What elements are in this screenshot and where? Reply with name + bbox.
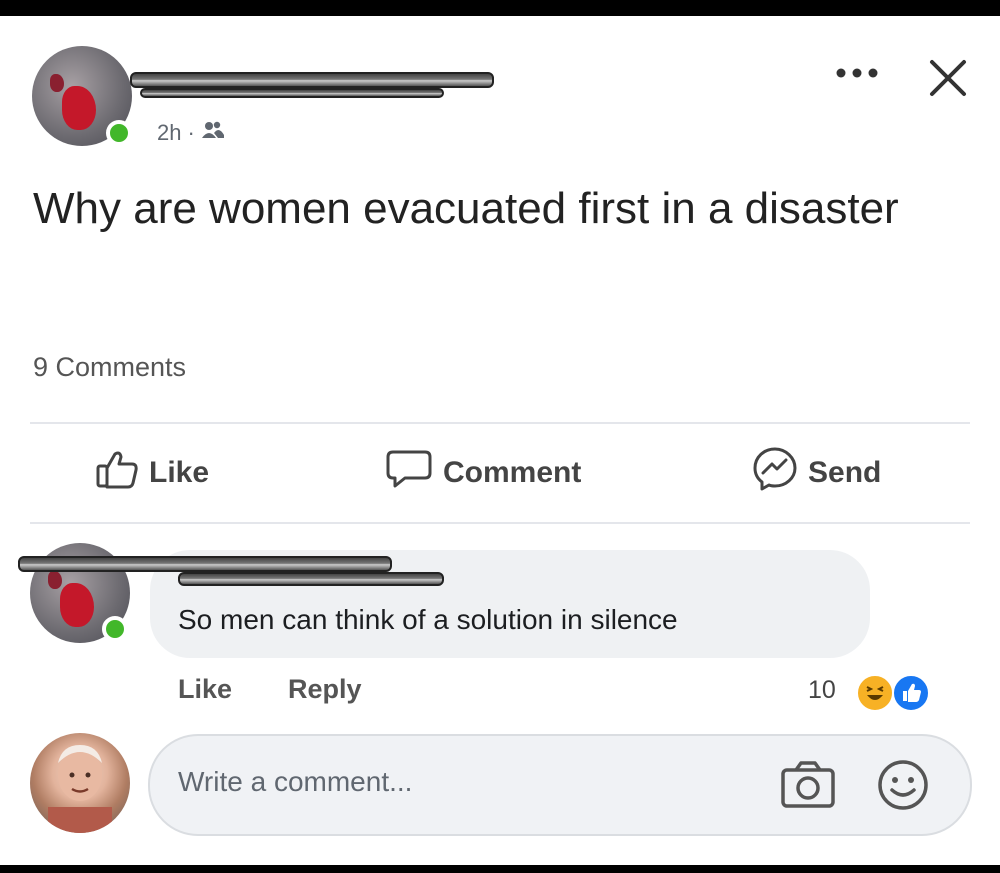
comment-like-button[interactable]: Like <box>178 674 232 705</box>
send-button[interactable]: Send <box>752 446 882 500</box>
comment-button[interactable]: Comment <box>385 448 581 498</box>
messenger-icon <box>752 446 798 500</box>
thumbs-up-icon <box>95 448 139 498</box>
post-text: Why are women evacuated first in a disas… <box>33 184 899 233</box>
more-icon[interactable] <box>832 58 882 88</box>
comment-reply-button[interactable]: Reply <box>288 674 362 705</box>
screenshot-top-border <box>0 0 1000 16</box>
redacted-commenter-name-scratch <box>178 572 444 586</box>
comment-input-placeholder: Write a comment... <box>178 766 413 797</box>
actions-top-divider <box>30 422 970 424</box>
camera-icon[interactable] <box>780 760 836 810</box>
redacted-author-name <box>130 72 494 88</box>
screenshot-bottom-border <box>0 865 1000 873</box>
like-icon <box>892 674 930 712</box>
like-label: Like <box>149 456 210 489</box>
close-icon[interactable] <box>926 56 970 100</box>
emoji-icon[interactable] <box>876 758 930 812</box>
like-button[interactable]: Like <box>95 448 209 498</box>
friends-icon <box>201 120 225 146</box>
comment-icon <box>385 448 433 498</box>
post-meta: 2h · <box>157 120 225 146</box>
post-time[interactable]: 2h <box>157 120 181 146</box>
meta-separator: · <box>187 120 195 145</box>
comment-count[interactable]: 9 Comments <box>33 352 186 383</box>
reaction-count[interactable]: 10 <box>808 676 836 705</box>
haha-icon <box>856 674 894 712</box>
online-status-dot <box>106 120 132 146</box>
comment-label: Comment <box>443 456 582 489</box>
actions-bottom-divider <box>30 522 970 524</box>
current-user-avatar[interactable] <box>30 733 130 833</box>
comment-text: So men can think of a solution in silenc… <box>178 604 678 635</box>
commenter-online-dot <box>102 616 128 642</box>
redacted-commenter-name <box>18 556 392 572</box>
redacted-author-name-scratch <box>140 88 444 98</box>
send-label: Send <box>808 456 882 489</box>
